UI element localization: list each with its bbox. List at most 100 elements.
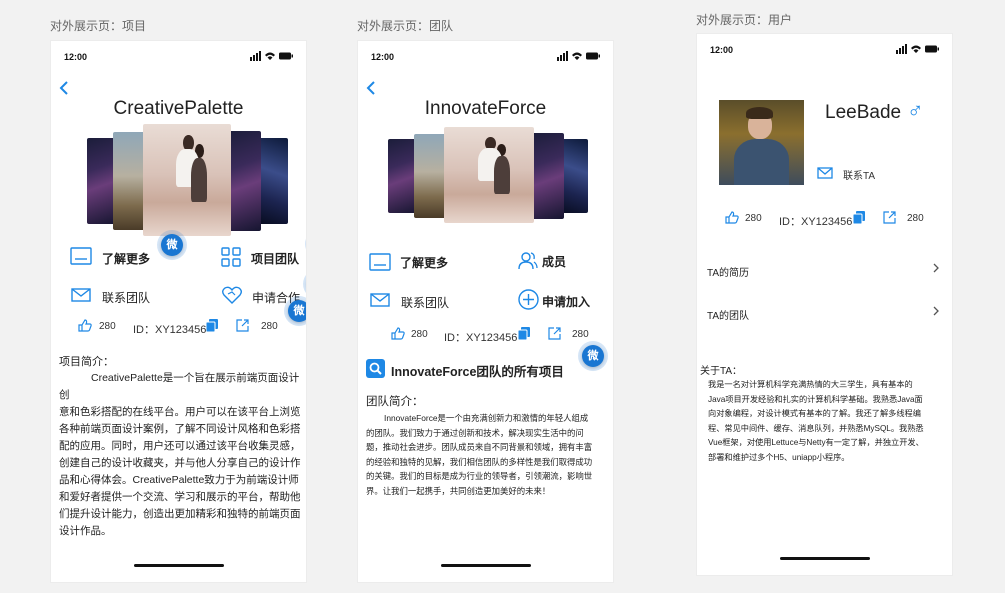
about-label: 关于TA： xyxy=(700,366,743,377)
team-row[interactable]: TA的团队 xyxy=(707,307,942,322)
project-id: ID：XY123456 xyxy=(133,324,207,336)
resume-label: TA的简历 xyxy=(707,268,750,279)
intro-label: 项目简介： xyxy=(59,356,114,368)
members-button[interactable]: 成员 xyxy=(542,253,566,270)
contact-user-button[interactable]: 联系TA xyxy=(843,167,875,182)
like-count: 280 xyxy=(745,213,762,224)
about-line: Vue框架，对使用Lettuce与Netty有一定了解，并独立开发、 xyxy=(708,438,924,447)
back-arrow-icon[interactable] xyxy=(365,81,377,95)
copy-icon[interactable] xyxy=(518,327,530,340)
intro-line: CreativePalette是一个旨在展示前端页面设计创 xyxy=(59,372,300,401)
page-title: InnovateForce xyxy=(424,98,547,119)
about-text: 我是一名对计算机科学充满热情的大三学生，具有基本的 Java项目开发经验和扎实的… xyxy=(708,378,948,465)
carousel-image-main[interactable] xyxy=(444,127,534,223)
thumbs-up-icon[interactable] xyxy=(725,211,739,224)
status-time: 12:00 xyxy=(710,45,734,55)
caption-team: 对外展示页：团队 xyxy=(357,19,454,33)
wechat-badge[interactable]: 微 xyxy=(288,300,306,322)
carousel-image[interactable] xyxy=(530,133,564,219)
user-screen: 12:00 LeeBade ♂ 联系TA 280 ID：XY123456 280… xyxy=(696,33,953,576)
intro-line: 题，推动社会进步。团队成员来自不同背景和领域，拥有丰富 xyxy=(366,442,593,453)
search-projects-icon[interactable] xyxy=(366,359,385,378)
status-bar: 12:00 xyxy=(358,41,613,73)
wechat-badge[interactable]: 微 xyxy=(161,234,183,256)
learn-more-button[interactable]: 了解更多 xyxy=(102,250,150,267)
page-title: CreativePalette xyxy=(113,98,244,119)
resume-row[interactable]: TA的简历 xyxy=(707,264,942,279)
status-bar: 12:00 xyxy=(697,34,952,66)
about-line: Java项目开发经验和扎实的计算机科学基础。我熟悉Java面 xyxy=(708,394,923,404)
team-label: TA的团队 xyxy=(707,311,750,322)
team-screen: 12:00 InnovateForce 了解更多 成员 联系团队 申请加入 28… xyxy=(357,40,614,583)
thumbs-up-icon[interactable] xyxy=(78,319,92,332)
members-icon xyxy=(518,252,538,270)
all-projects-link[interactable]: InnovateForce团队的所有项目 xyxy=(391,361,564,380)
plus-circle-icon xyxy=(518,289,539,310)
intro-line: 和爱好者提供一个交流、学习和展示的平台，帮助他 xyxy=(59,491,301,503)
grid-icon xyxy=(221,247,241,267)
about-line: 程、常见中间件、缓存、消息队列，并熟悉MySQL。我熟悉 xyxy=(708,423,924,433)
learn-more-button[interactable]: 了解更多 xyxy=(400,254,448,271)
chevron-right-icon[interactable] xyxy=(932,263,940,273)
mail-icon xyxy=(71,288,91,302)
share-count: 280 xyxy=(261,321,278,332)
home-indicator[interactable] xyxy=(440,564,531,567)
intro-line: 的关键。我们的目标是成为行业的领导者，引领潮流，影响世 xyxy=(366,471,593,482)
status-icons xyxy=(557,51,600,61)
about-line: 向对象编程，对设计模式有基本的了解。我还了解多线程编 xyxy=(708,409,921,418)
like-count: 280 xyxy=(411,329,428,340)
status-icons xyxy=(250,51,293,61)
intro-line: 们提升设计能力，创造出更加精彩和独特的前端页面 xyxy=(59,508,301,520)
caption-project: 对外展示页：项目 xyxy=(50,19,147,33)
intro-line: InnovateForce是一个由充满创新力和激情的年轻人组成 xyxy=(384,413,589,423)
carousel-image[interactable] xyxy=(414,134,448,218)
copy-icon[interactable] xyxy=(853,211,865,224)
handshake-heart-icon xyxy=(222,286,242,304)
status-icons xyxy=(896,44,939,54)
male-gender-icon: ♂ xyxy=(907,98,924,123)
intro-line: 各种前端页面设计案例，了解不同设计风格和色彩搭 xyxy=(59,423,301,435)
home-indicator[interactable] xyxy=(779,557,870,560)
chevron-right-icon[interactable] xyxy=(932,306,940,316)
intro-label: 团队简介： xyxy=(366,396,424,408)
mail-icon xyxy=(370,293,390,307)
info-card-icon xyxy=(369,253,391,271)
about-line: 我是一名对计算机科学充满热情的大三学生，具有基本的 xyxy=(708,380,913,389)
thumbs-up-icon[interactable] xyxy=(391,327,405,340)
copy-icon[interactable] xyxy=(206,319,218,332)
intro-text: CreativePalette是一个旨在展示前端页面设计创 意和色彩搭配的在线平… xyxy=(59,370,304,540)
avatar xyxy=(719,100,804,185)
caption-user: 对外展示页：用户 xyxy=(696,13,793,27)
wechat-badge[interactable]: 微 xyxy=(582,345,604,367)
intro-line: 品和心得体会。CreativePalette致力于为前端设计师 xyxy=(59,474,299,486)
user-id: ID：XY123456 xyxy=(779,216,853,228)
share-count: 280 xyxy=(907,213,924,224)
mail-icon xyxy=(817,167,833,179)
carousel-image-main[interactable] xyxy=(143,124,231,236)
apply-join-button[interactable]: 申请加入 xyxy=(542,293,590,310)
info-card-icon xyxy=(70,247,92,265)
carousel-image[interactable] xyxy=(227,131,261,231)
intro-line: 的经验和独特的见解，我们相信团队的多样性是我们取得成功 xyxy=(366,456,593,467)
contact-team-button[interactable]: 联系团队 xyxy=(102,289,150,306)
back-arrow-icon[interactable] xyxy=(58,81,70,95)
carousel-image[interactable] xyxy=(113,132,147,230)
team-id: ID：XY123456 xyxy=(444,332,518,344)
intro-line: 创建自己的设计收藏夹，并与他人分享自己的设计作 xyxy=(59,457,301,469)
contact-team-button[interactable]: 联系团队 xyxy=(401,294,449,311)
intro-line: 界。让我们一起携手，共同创造更加美好的未来！ xyxy=(366,485,551,496)
intro-line: 设计作品。 xyxy=(59,525,112,537)
status-bar: 12:00 xyxy=(51,41,306,73)
home-indicator[interactable] xyxy=(133,564,224,567)
project-team-button[interactable]: 项目团队 xyxy=(251,250,299,267)
project-screen: 12:00 CreativePalette 了解更多 微 项目团队 微 联系团队… xyxy=(50,40,307,583)
intro-line: 配的应用。同时，用户还可以通过该平台收集灵感， xyxy=(59,440,301,452)
share-icon[interactable] xyxy=(236,319,249,332)
status-time: 12:00 xyxy=(371,52,395,62)
about-line: 部署和维护过多个H5、uniapp小程序。 xyxy=(708,452,850,462)
share-icon[interactable] xyxy=(883,211,896,224)
share-icon[interactable] xyxy=(548,327,561,340)
status-time: 12:00 xyxy=(64,52,88,62)
share-count: 280 xyxy=(572,329,589,340)
user-name: LeeBade xyxy=(825,102,902,123)
